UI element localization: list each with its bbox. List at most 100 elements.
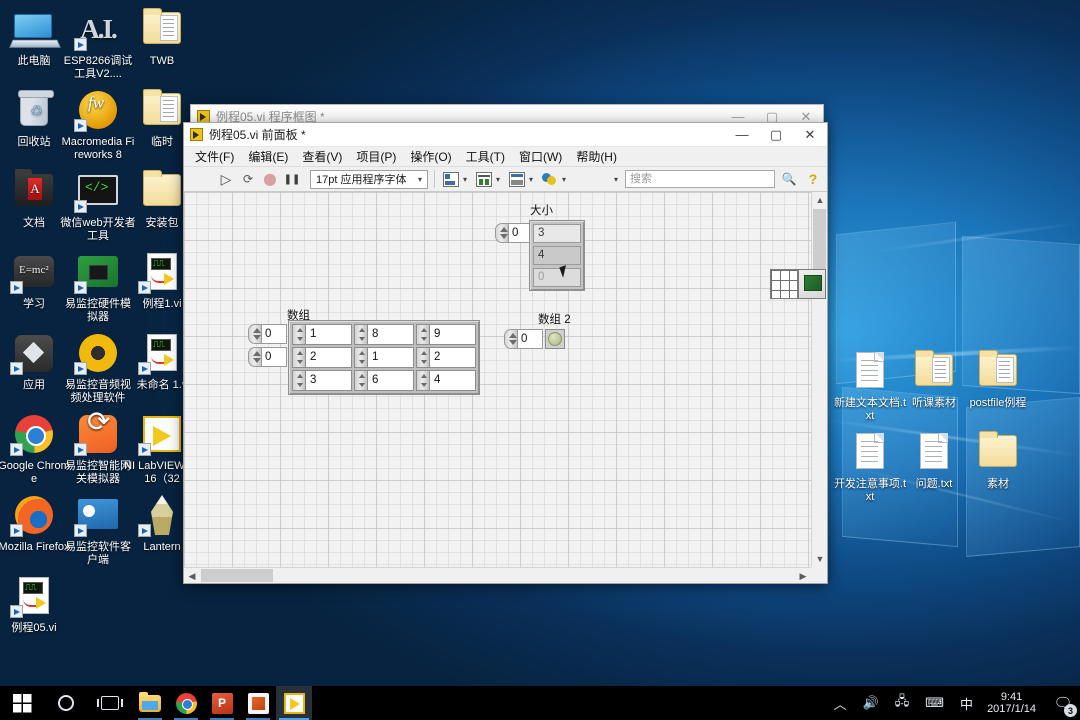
vertical-scrollbar[interactable]: ▲ ▼: [811, 192, 827, 567]
element-spinner-icon[interactable]: [292, 347, 305, 368]
clock[interactable]: 9:41 2017/1/14: [981, 691, 1046, 715]
front-panel-window[interactable]: 例程05.vi 前面板 * — ▢ ✕ 文件(F) 编辑(E) 查看(V) 项目(P)…: [183, 122, 828, 584]
array2-index-control[interactable]: 0: [504, 329, 543, 349]
ime-indicator[interactable]: 中: [952, 686, 981, 720]
size-cell[interactable]: 3: [533, 224, 581, 243]
show-hidden-icons-button[interactable]: ︿: [826, 686, 855, 720]
vi-icon-pane[interactable]: [770, 269, 826, 301]
array-element-value[interactable]: 6: [367, 370, 414, 391]
array-element-value[interactable]: 8: [367, 324, 414, 345]
scroll-right-arrow-icon[interactable]: ▶: [795, 568, 811, 584]
scroll-left-arrow-icon[interactable]: ◀: [184, 568, 200, 584]
element-spinner-icon[interactable]: [416, 324, 429, 345]
array-element-value[interactable]: 2: [429, 347, 476, 368]
element-spinner-icon[interactable]: [354, 370, 367, 391]
front-panel-canvas[interactable]: 大小 0 3 4 0 数组 0 0 189212364 数组 2 0: [184, 192, 811, 567]
keyboard-icon[interactable]: ⌨: [917, 686, 952, 720]
labview-taskbar-button[interactable]: [276, 686, 312, 720]
element-spinner-icon[interactable]: [292, 370, 305, 391]
reorder-button[interactable]: ▾: [540, 169, 571, 189]
menu-item-4[interactable]: 操作(O): [403, 146, 458, 167]
array-index-row-value[interactable]: 0: [261, 324, 287, 344]
resize-objects-button[interactable]: ▾: [507, 169, 538, 189]
index-spinner-icon[interactable]: [248, 324, 261, 344]
array-index-col-control[interactable]: 0: [248, 347, 287, 367]
element-spinner-icon[interactable]: [354, 324, 367, 345]
minimize-button[interactable]: —: [725, 123, 759, 147]
desktop-icon[interactable]: TWB: [124, 6, 200, 68]
horizontal-scrollbar-thumb[interactable]: [201, 569, 273, 582]
array-element-value[interactable]: 1: [305, 324, 352, 345]
menu-item-7[interactable]: 帮助(H): [569, 146, 624, 167]
scroll-up-arrow-icon[interactable]: ▲: [812, 192, 828, 208]
vi-icon-glyph[interactable]: [798, 269, 826, 299]
array-element[interactable]: 9: [416, 324, 476, 345]
array-element[interactable]: 8: [354, 324, 414, 345]
array-element[interactable]: 1: [354, 347, 414, 368]
scroll-down-arrow-icon[interactable]: ▼: [812, 551, 828, 567]
array-index-col-value[interactable]: 0: [261, 347, 287, 367]
array-element-value[interactable]: 9: [429, 324, 476, 345]
start-button[interactable]: [0, 686, 44, 720]
menu-item-1[interactable]: 编辑(E): [241, 146, 295, 167]
connector-pane-icon[interactable]: [770, 269, 798, 299]
office-taskbar-button[interactable]: [240, 686, 276, 720]
array-element[interactable]: 1: [292, 324, 352, 345]
desktop-icon[interactable]: 素材: [960, 429, 1036, 491]
size-cell[interactable]: 0: [533, 268, 581, 287]
front-panel-window-controls[interactable]: — ▢ ✕: [725, 123, 827, 147]
distribute-objects-button[interactable]: ▾: [474, 169, 505, 189]
powerpoint-taskbar-button[interactable]: P: [204, 686, 240, 720]
array-element-value[interactable]: 2: [305, 347, 352, 368]
element-spinner-icon[interactable]: [292, 324, 305, 345]
cortana-search-button[interactable]: [44, 686, 88, 720]
abort-execution-button[interactable]: ⬤: [260, 169, 280, 189]
array2-index-value[interactable]: 0: [517, 329, 543, 349]
array-element[interactable]: 2: [292, 347, 352, 368]
pause-button[interactable]: ❚❚: [282, 169, 302, 189]
array-element[interactable]: 3: [292, 370, 352, 391]
help-icon[interactable]: ?: [803, 169, 823, 189]
file-explorer-button[interactable]: [132, 686, 168, 720]
task-view-button[interactable]: [88, 686, 132, 720]
array-element[interactable]: 2: [416, 347, 476, 368]
taskbar[interactable]: P ︿ 🔊 🖧 ⌨ 中 9:41 2017/1/14 🗨 3: [0, 686, 1080, 720]
element-spinner-icon[interactable]: [354, 347, 367, 368]
array-element[interactable]: 6: [354, 370, 414, 391]
menu-item-0[interactable]: 文件(F): [188, 146, 241, 167]
array-index-row-control[interactable]: 0: [248, 324, 287, 344]
volume-icon[interactable]: 🔊: [855, 686, 887, 720]
menu-item-6[interactable]: 窗口(W): [512, 146, 569, 167]
menu-item-5[interactable]: 工具(T): [459, 146, 512, 167]
font-selector[interactable]: 17pt 应用程序字体 ▾: [310, 169, 428, 189]
horizontal-scrollbar[interactable]: ◀ ▶: [184, 567, 811, 583]
network-icon[interactable]: 🖧: [887, 686, 918, 720]
index-spinner-icon[interactable]: [495, 223, 508, 243]
element-spinner-icon[interactable]: [416, 347, 429, 368]
align-objects-button[interactable]: ▾: [441, 169, 472, 189]
size-indicator-array[interactable]: 3 4 0: [529, 220, 585, 291]
front-panel-titlebar[interactable]: 例程05.vi 前面板 * — ▢ ✕: [184, 123, 827, 147]
array-element-grid[interactable]: 189212364: [292, 324, 476, 391]
array-element-value[interactable]: 4: [429, 370, 476, 391]
desktop-icon[interactable]: postfile例程: [960, 348, 1036, 410]
index-spinner-icon[interactable]: [504, 329, 517, 349]
front-panel-body[interactable]: 大小 0 3 4 0 数组 0 0 189212364 数组 2 0 ▲ ▼ ◀…: [184, 192, 827, 583]
chrome-taskbar-button[interactable]: [168, 686, 204, 720]
search-input[interactable]: 搜索: [625, 170, 775, 188]
system-tray[interactable]: ︿ 🔊 🖧 ⌨ 中 9:41 2017/1/14 🗨 3: [826, 686, 1080, 720]
menu-item-2[interactable]: 查看(V): [295, 146, 349, 167]
array2-led-indicator[interactable]: [545, 329, 565, 349]
index-spinner-icon[interactable]: [248, 347, 261, 367]
search-icon[interactable]: 🔍: [779, 169, 799, 189]
element-spinner-icon[interactable]: [416, 370, 429, 391]
run-continuously-button[interactable]: ⟳: [238, 169, 258, 189]
maximize-button[interactable]: ▢: [759, 123, 793, 147]
size-cell-selected[interactable]: 4: [533, 246, 581, 265]
run-button[interactable]: ▷: [216, 169, 236, 189]
array-control[interactable]: 189212364: [288, 320, 480, 395]
desktop-icon[interactable]: 例程05.vi: [0, 573, 72, 635]
toolbar[interactable]: ▷ ⟳ ⬤ ❚❚ 17pt 应用程序字体 ▾ ▾ ▾ ▾ ▾ ▾ 搜索 🔍 ?: [184, 167, 827, 192]
close-button[interactable]: ✕: [793, 123, 827, 147]
array-element[interactable]: 4: [416, 370, 476, 391]
